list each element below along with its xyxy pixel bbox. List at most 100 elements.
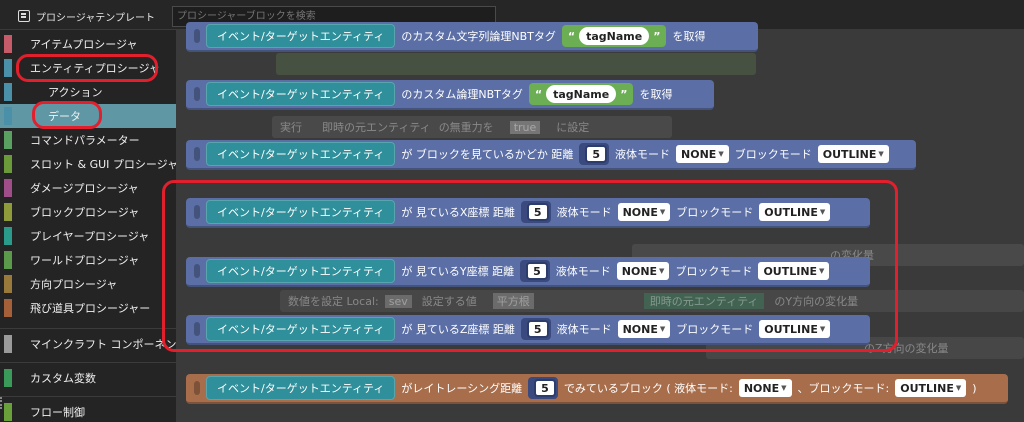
looking-at-block-block[interactable]: イベント/ターゲットエンティティ が ブロックを見ているかどか 距離 5 液体モ… [186,140,916,170]
fluid-mode-dropdown[interactable]: NONE ▼ [616,262,670,280]
procedure-template-button[interactable]: プロシージャテンプレート [18,6,166,26]
number-input[interactable]: 5 [520,318,551,340]
distance-value[interactable]: 5 [526,203,549,221]
distance-value[interactable]: 5 [534,379,556,397]
block-mode-dropdown[interactable]: OUTLINE ▼ [817,145,889,163]
category-minecraft-components[interactable]: マインクラフト コンポーネント [0,332,188,356]
block-text: がレイトレーシング距離 [401,382,523,395]
entity-input[interactable]: イベント/ターゲットエンティティ [206,376,396,400]
fluid-mode-dropdown[interactable]: NONE ▼ [617,203,671,221]
fluid-mode-dropdown[interactable]: NONE ▼ [676,145,729,163]
category-damage[interactable]: ダメージプロシージャ [0,176,176,200]
dropdown-value: OUTLINE [764,205,818,219]
look-x-coordinate-block[interactable]: イベント/ターゲットエンティティ が 見ているX座標 距離 5 液体モード NO… [186,198,870,228]
category-custom-variables[interactable]: カスタム変数 [0,366,176,390]
block-mode-dropdown[interactable]: OUTLINE ▼ [759,320,831,338]
tag-name-field[interactable]: tagName [546,85,617,103]
ghost-text: 実行 [280,121,302,134]
dropdown-value: NONE [743,381,780,395]
fluid-mode-dropdown[interactable]: NONE ▼ [617,320,671,338]
nbt-logic-tag-block[interactable]: イベント/ターゲットエンティティ のカスタム論理NBTタグ “ tagName … [186,80,714,110]
look-y-coordinate-block[interactable]: イベント/ターゲットエンティティ が 見ているY座標 距離 5 液体モード NO… [186,257,870,287]
block-mode-dropdown[interactable]: OUTLINE ▼ [759,203,831,221]
subcategory-action[interactable]: アクション [0,80,176,104]
category-color-bar [4,155,12,173]
string-block[interactable]: “ tagName ” [561,25,667,47]
template-icon [18,10,30,22]
ghost-text: のZ方向の変化量 [864,342,949,355]
number-input[interactable]: 5 [528,377,558,399]
ghost-text: 即時の元エンティティ [643,293,765,309]
category-world[interactable]: ワールドプロシージャ [0,248,176,272]
category-color-bar [4,227,12,245]
dropdown-value: NONE [621,264,658,278]
block-text: が ブロックを見ているかどか 距離 [401,148,574,161]
block-text: を取得 [639,88,673,101]
entity-input[interactable]: イベント/ターゲットエンティティ [206,142,396,166]
dropdown-arrow-icon: ▼ [718,150,724,158]
category-color-bar [4,107,12,125]
category-flow-control[interactable]: フロー制御 [0,400,176,422]
category-label: データ [48,110,81,123]
entity-input[interactable]: イベント/ターゲットエンティティ [206,82,396,106]
entity-input[interactable]: イベント/ターゲットエンティティ [206,24,396,48]
ghost-text: 即時の元エンティティ [322,121,431,134]
number-input[interactable]: 5 [520,201,551,223]
category-label: ダメージプロシージャ [30,182,139,195]
string-block[interactable]: “ tagName ” [528,83,634,105]
fluid-mode-dropdown[interactable]: NONE ▼ [738,379,792,397]
distance-value[interactable]: 5 [526,320,549,338]
background-block: 数値を設定 Local: sev 設定する値 平方根 即時の元エンティティ のY… [280,290,1024,312]
dropdown-value: OUTLINE [763,264,818,278]
category-label: 方向プロシージャ [30,278,118,291]
category-label: スロット & GUI プロシージャ [30,158,179,171]
entity-input[interactable]: イベント/ターゲットエンティティ [206,259,396,283]
category-direction[interactable]: 方向プロシージャ [0,272,176,296]
raytrace-block[interactable]: イベント/ターゲットエンティティ がレイトレーシング距離 5 でみているブロック… [186,374,1008,404]
look-z-coordinate-block[interactable]: イベント/ターゲットエンティティ が 見ているZ座標 距離 5 液体モード NO… [186,315,870,345]
block-connector [194,87,200,101]
number-input[interactable]: 5 [520,260,550,282]
category-label: アクション [48,86,103,99]
entity-input[interactable]: イベント/ターゲットエンティティ [206,317,396,341]
category-command-params[interactable]: コマンドパラメーター [0,128,176,152]
category-color-bar [4,179,12,197]
category-label: 飛び道具プロシージャー [30,302,151,315]
category-label: プレイヤープロシージャ [30,230,150,243]
number-input[interactable]: 5 [579,143,610,165]
subcategory-data[interactable]: データ [0,104,176,128]
block-mode-dropdown[interactable]: OUTLINE ▼ [758,262,830,280]
ghost-text: に設定 [556,121,590,134]
category-label: エンティティプロシージャ [30,62,160,75]
block-connector [194,147,200,161]
category-color-bar [4,131,12,149]
nbt-string-tag-block[interactable]: イベント/ターゲットエンティティ のカスタム文字列論理NBTタグ “ tagNa… [186,22,758,52]
distance-value[interactable]: 5 [585,145,608,163]
category-player[interactable]: プレイヤープロシージャ [0,224,176,248]
dropdown-arrow-icon: ▼ [955,384,962,392]
ghost-text: 設定する値 [421,295,477,308]
block-text: のカスタム論理NBTタグ [401,88,523,101]
block-text: が 見ているY座標 距離 [401,265,515,278]
block-text: を取得 [672,30,706,43]
category-color-bar [4,275,12,293]
category-item-procedures[interactable]: アイテムプロシージャ [0,32,176,56]
block-mode-dropdown[interactable]: OUTLINE ▼ [895,379,967,397]
category-block[interactable]: ブロックプロシージャ [0,200,176,224]
category-label: ワールドプロシージャ [30,254,140,267]
distance-value[interactable]: 5 [526,262,548,280]
entity-input[interactable]: イベント/ターゲットエンティティ [206,200,396,224]
dropdown-arrow-icon: ▼ [878,150,884,158]
tag-name-field[interactable]: tagName [579,27,650,45]
category-color-bar [4,403,12,421]
category-color-bar [4,83,12,101]
sidebar-divider [0,396,176,397]
ghost-text: 平方根 [492,293,534,309]
dropdown-arrow-icon: ▼ [819,267,825,275]
category-projectile[interactable]: 飛び道具プロシージャー [0,296,176,320]
category-slot-gui[interactable]: スロット & GUI プロシージャ [0,152,179,176]
sidebar-resize-handle[interactable] [0,397,4,409]
block-text: でみているブロック ( 液体モード: [563,382,733,395]
category-entity-procedures[interactable]: エンティティプロシージャ [0,56,176,80]
block-text: が 見ているX座標 距離 [401,206,515,219]
